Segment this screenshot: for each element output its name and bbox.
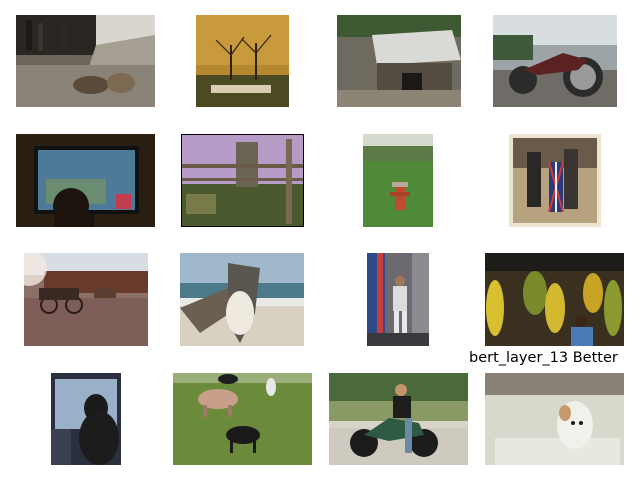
image-fire-hydrant bbox=[363, 134, 433, 227]
image-dog-bathtub bbox=[485, 373, 624, 465]
image-banana-market bbox=[485, 253, 624, 346]
image-union-jack-surfboard bbox=[509, 134, 601, 227]
image-dog-car bbox=[51, 373, 121, 465]
image-wii-player bbox=[367, 253, 429, 346]
image-caption: bert_layer_13 Better bbox=[469, 350, 618, 366]
image-pelican bbox=[180, 253, 304, 346]
image-cows-pasture bbox=[173, 373, 312, 465]
image-man-motorcycle bbox=[329, 373, 468, 465]
image-grid: bert_layer_13 Better bbox=[0, 0, 640, 480]
image-chopper bbox=[493, 15, 617, 107]
image-sheep-trees bbox=[196, 15, 289, 107]
image-garden-fence bbox=[181, 134, 304, 227]
image-tv-screen bbox=[16, 134, 155, 227]
image-teddy-bears bbox=[16, 15, 155, 107]
image-stone-shelter bbox=[337, 15, 461, 107]
image-horse-carriage bbox=[24, 253, 148, 346]
